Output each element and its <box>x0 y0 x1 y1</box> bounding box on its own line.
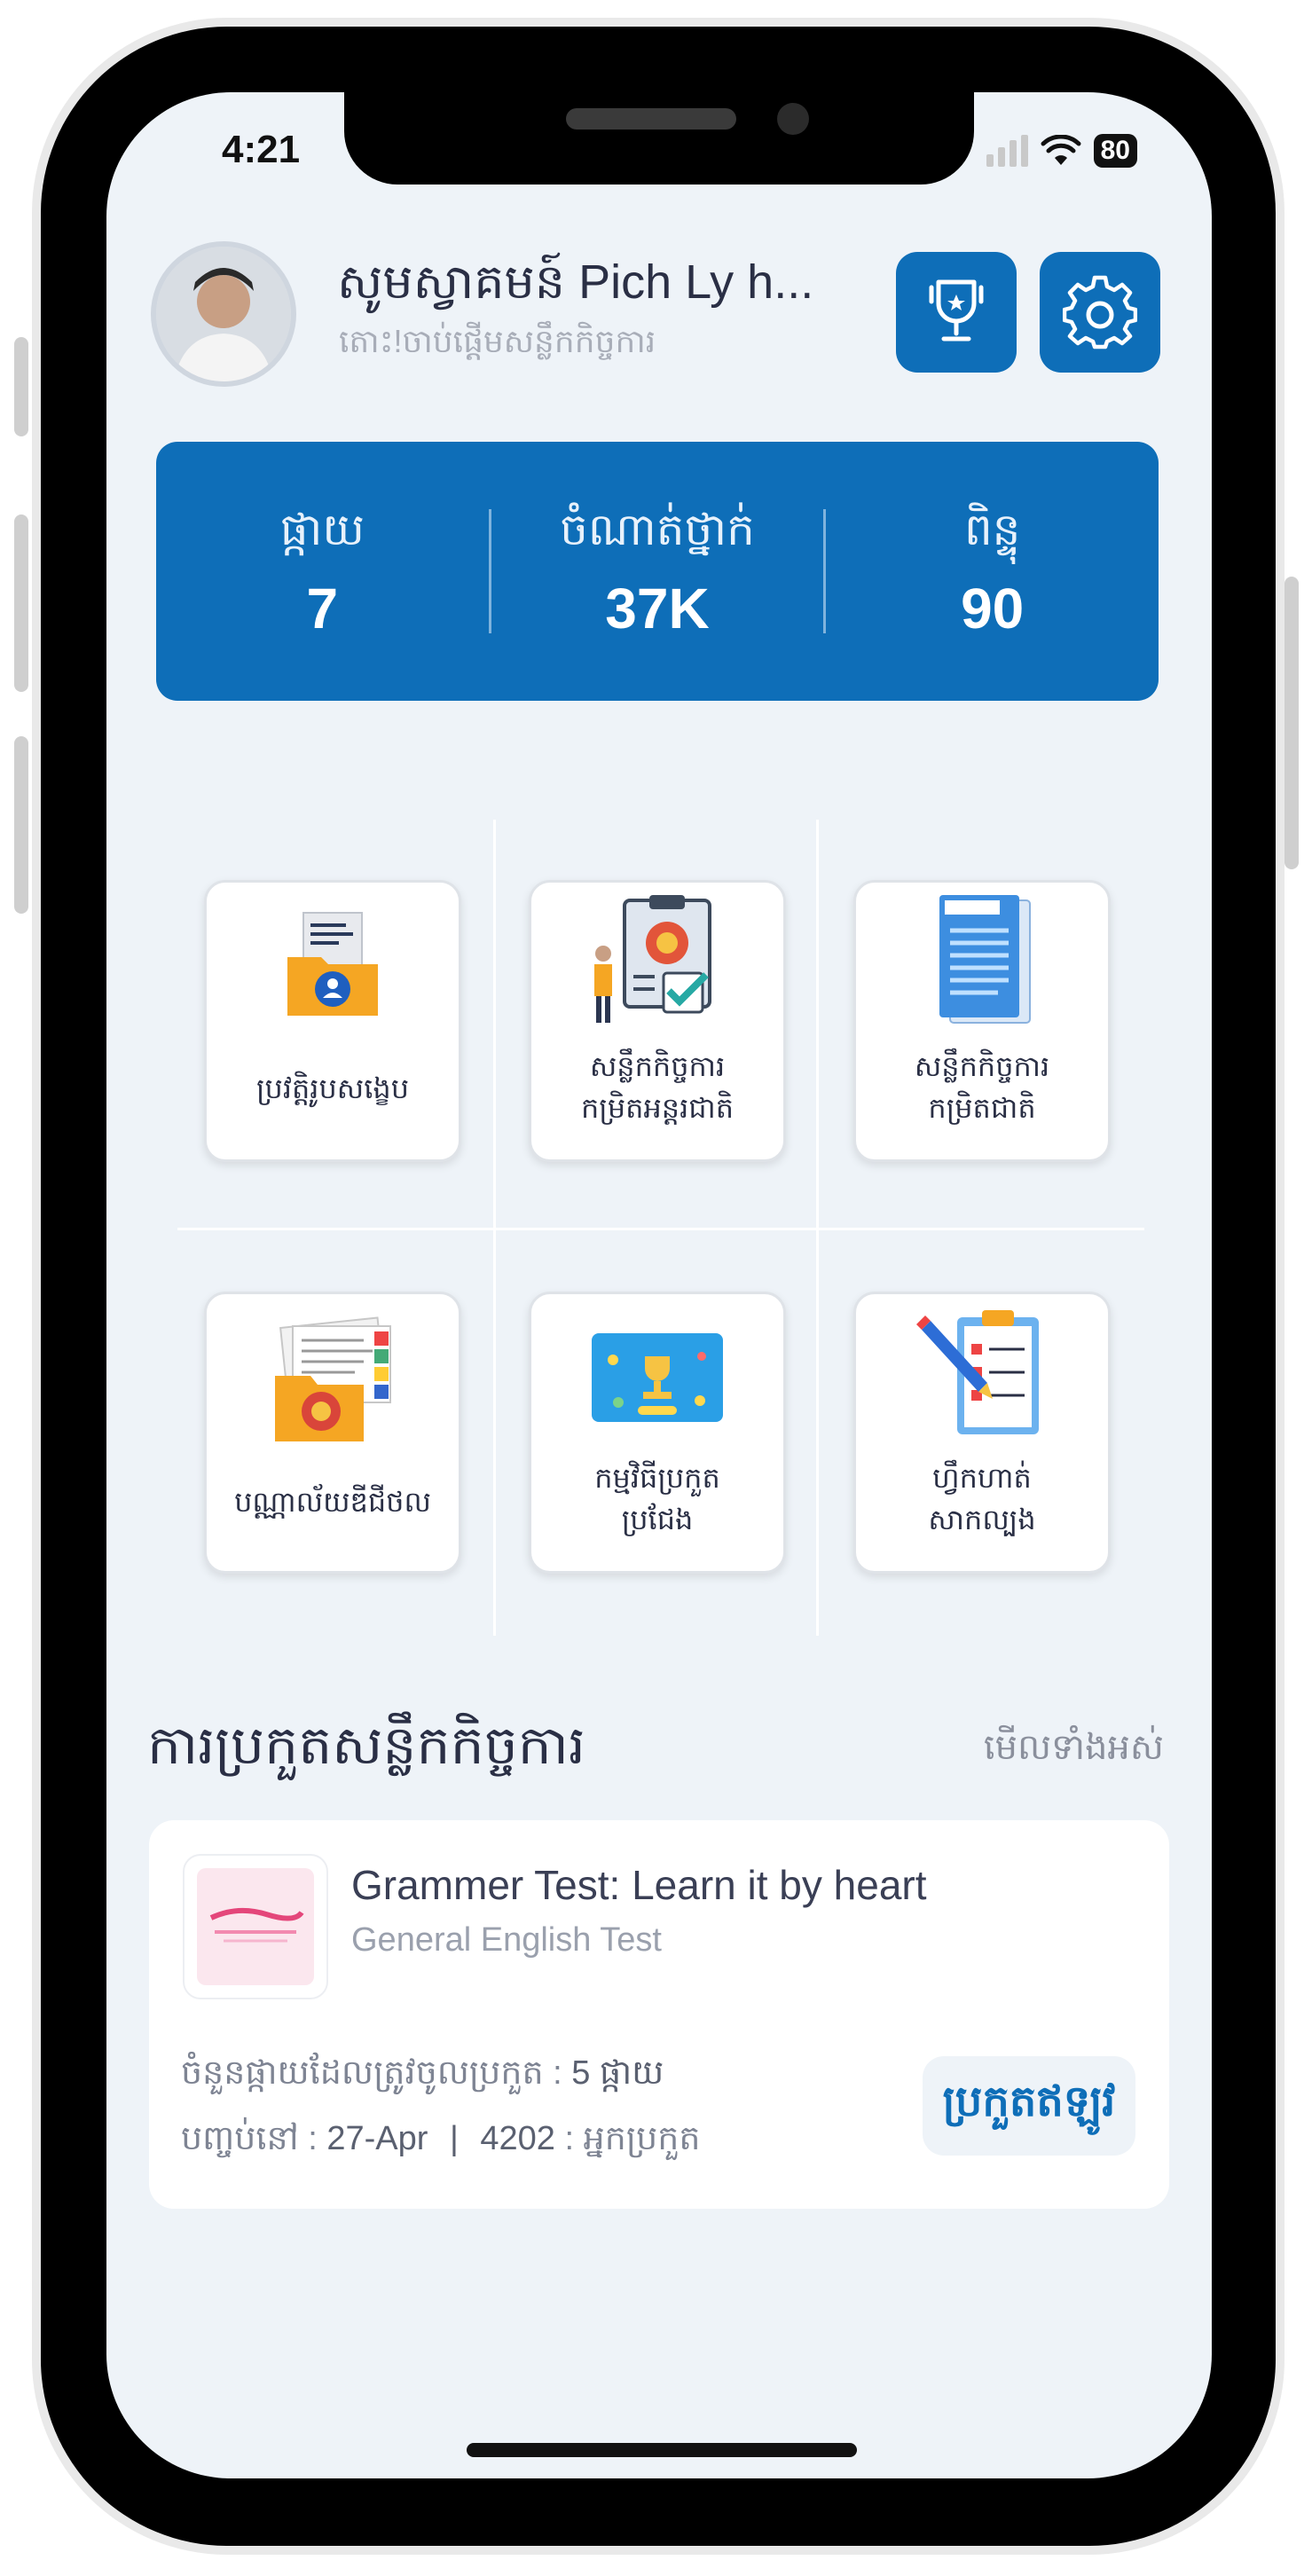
end-date-row: បញ្ចប់នៅ : 27-Apr | 4202 : អ្នកប្រកួត <box>181 2117 701 2166</box>
menu-tile-national-worksheet[interactable]: សន្លឹកកិច្ចការ កម្រិតជាតិ <box>853 880 1111 1162</box>
stats-panel: ផ្កាយ 7 ចំណាត់ថ្នាក់ 37K ពិន្ទុ 90 <box>156 442 1159 701</box>
end-date-value: 27-Apr <box>326 2120 428 2157</box>
menu-tile-profile[interactable]: ប្រវត្តិរូបសង្ខេប <box>204 880 461 1162</box>
menu-tile-international-worksheet[interactable]: សន្លឹកកិច្ចការ កម្រិតអន្តរជាតិ <box>529 880 786 1162</box>
settings-button[interactable] <box>1040 252 1160 373</box>
gear-icon <box>1063 275 1137 349</box>
contest-title: Grammer Test: Learn it by heart <box>351 1862 927 1908</box>
stat-value: 90 <box>961 576 1025 640</box>
profile-folder-icon <box>287 912 378 1016</box>
tile-label-line1: ហ្វឹកហាត់ <box>932 1462 1032 1494</box>
status-icons: 80 <box>986 131 1137 170</box>
tile-label-line1: សន្លឹកកិច្ចការ <box>914 1050 1050 1082</box>
trophy-button[interactable] <box>896 252 1017 373</box>
volume-up-button <box>14 514 28 692</box>
tile-label-line2: កម្រិតជាតិ <box>928 1092 1036 1124</box>
wifi-icon <box>1041 135 1081 165</box>
document-icon <box>939 895 1031 1024</box>
notch <box>344 92 974 185</box>
tile-label-line2: កម្រិតអន្តរជាតិ <box>580 1092 735 1124</box>
volume-down-button <box>14 736 28 914</box>
app-screen: 4:21 80 សូមស្វាគមន៍ Pich Ly h... តោះ!ចាប… <box>106 92 1212 2478</box>
power-button <box>1285 577 1299 869</box>
stat-label: ពិន្ទុ <box>963 504 1021 554</box>
tile-label: បណ្ណាល័យឌីជីថល <box>234 1486 431 1518</box>
section-title: ការប្រកួតសន្លឹកកិច្ចការ <box>147 1716 585 1775</box>
contest-card[interactable]: Grammer Test: Learn it by heart General … <box>149 1820 1169 2209</box>
join-now-button[interactable]: ប្រកួតឥឡូវ <box>923 2056 1135 2156</box>
stat-rank: ចំណាត់ថ្នាក់ 37K <box>491 502 824 641</box>
checklist-board-icon <box>594 895 711 1023</box>
clipboard-pencil-icon <box>916 1310 1039 1434</box>
status-time: 4:21 <box>222 128 301 171</box>
menu-tile-competition[interactable]: កម្មវិធីប្រកួត ប្រជែង <box>529 1292 786 1574</box>
tile-label-line1: សន្លឹកកិច្ចការ <box>589 1050 726 1082</box>
subtitle-text: តោះ!ចាប់ផ្តើមសន្លឹកកិច្ចការ <box>339 323 656 359</box>
stars-required-label: ចំនួនផ្កាយដែលត្រូវចូលប្រកួត : <box>181 2054 572 2092</box>
battery-icon: 80 <box>1093 134 1137 168</box>
trophy-icon <box>929 279 984 342</box>
grid-divider <box>177 1228 1144 1230</box>
contest-thumbnail <box>183 1854 328 1999</box>
participants-label: : អ្នកប្រកួត <box>554 2120 701 2157</box>
tile-label-line1: កម្មវិធីប្រកួត <box>594 1462 720 1494</box>
stars-required-value: 5 ផ្កាយ <box>571 2054 664 2092</box>
greeting-text: សូមស្វាគមន៍ Pich Ly h... <box>337 255 814 309</box>
home-indicator[interactable] <box>467 2443 857 2457</box>
contest-subtitle: General English Test <box>351 1921 662 1959</box>
stat-points: ពិន្ទុ 90 <box>826 502 1159 641</box>
see-all-link[interactable]: មើលទាំងអស់ <box>984 1724 1164 1777</box>
stat-value: 7 <box>306 576 339 640</box>
tile-label-line2: សាកល្បង <box>928 1504 1036 1535</box>
library-folder-icon <box>275 1316 391 1441</box>
avatar[interactable] <box>151 241 296 387</box>
stat-stars: ផ្កាយ 7 <box>156 502 489 641</box>
stat-value: 37K <box>605 576 710 640</box>
participants-value: 4202 <box>480 2120 555 2157</box>
mute-switch <box>14 337 28 436</box>
front-camera <box>777 103 809 135</box>
trophy-screen-icon <box>592 1333 723 1422</box>
speaker <box>566 108 736 130</box>
signal-icon <box>986 135 1028 167</box>
stars-required: ចំនួនផ្កាយដែលត្រូវចូលប្រកួត : 5 ផ្កាយ <box>181 2051 664 2101</box>
stat-label: ផ្កាយ <box>279 504 365 554</box>
tile-label: ប្រវត្តិរូបសង្ខេប <box>255 1072 410 1104</box>
tile-label-line2: ប្រជែង <box>621 1504 694 1535</box>
stat-label: ចំណាត់ថ្នាក់ <box>560 504 755 554</box>
menu-tile-digital-library[interactable]: បណ្ណាល័យឌីជីថល <box>204 1292 461 1574</box>
end-date-label: បញ្ចប់នៅ : <box>181 2120 327 2157</box>
separator: | <box>449 2120 459 2157</box>
menu-tile-practice-test[interactable]: ហ្វឹកហាត់ សាកល្បង <box>853 1292 1111 1574</box>
